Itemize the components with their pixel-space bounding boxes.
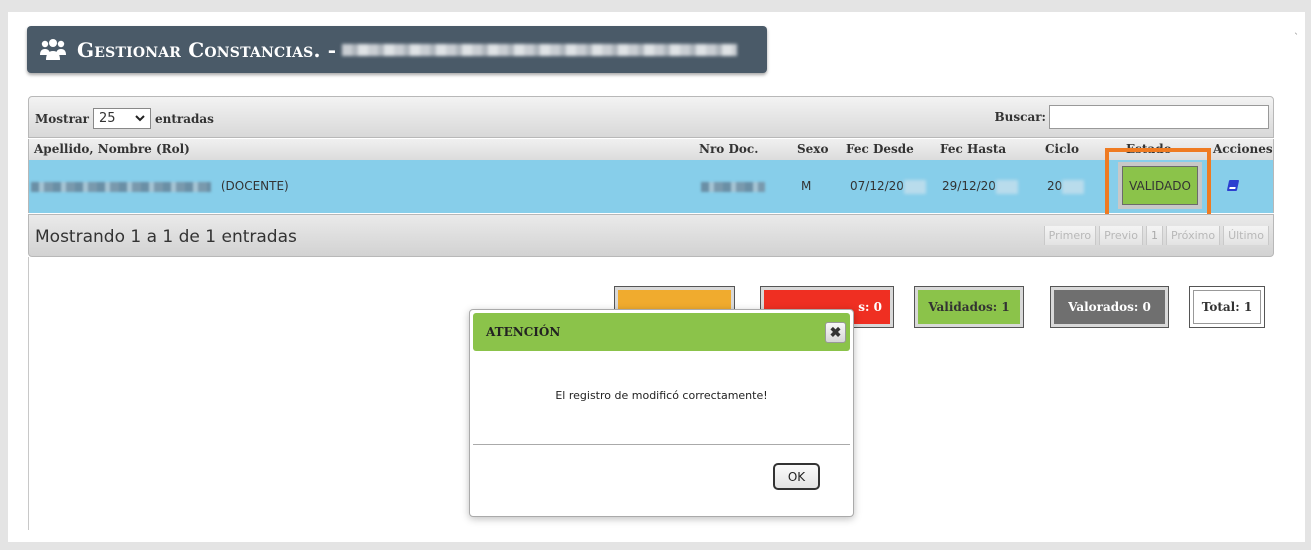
column-header-fec-hasta[interactable]: Fec Hasta (940, 142, 1006, 156)
column-header-estado[interactable]: Estado (1126, 142, 1172, 156)
redacted-year (903, 179, 926, 194)
column-header-acciones: Acciones (1213, 142, 1273, 156)
redacted-name (342, 43, 738, 56)
dialog-message: El registro de modificó correctamente! (555, 389, 768, 402)
dialog-title: ATENCIÓN (486, 325, 561, 339)
column-header-fec-desde[interactable]: Fec Desde (846, 142, 914, 156)
table-row[interactable]: (DOCENTE) M 07/12/20 29/12/20 20 VALIDAD… (28, 160, 1274, 213)
pager-first[interactable]: Primero (1043, 226, 1097, 245)
pager-next[interactable]: Próximo (1165, 226, 1221, 245)
book-icon[interactable] (1226, 180, 1240, 191)
dialog-divider (473, 444, 850, 445)
cell-sexo: M (801, 179, 812, 193)
cell-rol: (DOCENTE) (220, 179, 289, 193)
counter-total[interactable]: Total: 1 (1189, 286, 1265, 328)
fec-hasta-value: 29/12/20 (942, 179, 996, 193)
dialog-title-bar: ATENCIÓN ✖ (473, 313, 850, 351)
table-toolbar: Mostrar 25 entradas Buscar: (28, 96, 1274, 138)
search-input[interactable] (1049, 105, 1269, 129)
pager-previous[interactable]: Previo (1099, 226, 1143, 245)
ok-button[interactable]: OK (773, 463, 820, 490)
table-info: Mostrando 1 a 1 de 1 entradas (35, 227, 297, 247)
column-header-name[interactable]: Apellido, Nombre (Rol) (34, 142, 190, 156)
table-footer: Mostrando 1 a 1 de 1 entradas Primero Pr… (28, 214, 1274, 257)
page-length-control: Mostrar 25 entradas (35, 108, 214, 129)
counter-valorados[interactable]: Valorados: 0 (1050, 286, 1169, 328)
users-icon (40, 38, 66, 60)
column-header-sexo[interactable]: Sexo (797, 142, 828, 156)
search-label: Buscar: (994, 110, 1046, 124)
counter-total-label: Total: 1 (1193, 290, 1261, 324)
pager-page-1[interactable]: 1 (1145, 226, 1163, 245)
cell-doc (701, 179, 765, 193)
pagination: Primero Previo 1 Próximo Último (1043, 226, 1269, 245)
cell-fec-desde: 07/12/20 (850, 179, 926, 194)
estado-validado-button[interactable]: VALIDADO (1122, 166, 1198, 205)
counter-validados-label: Validados: 1 (918, 290, 1020, 324)
column-header-doc[interactable]: Nro Doc. (699, 142, 758, 156)
redacted-doc (701, 181, 765, 192)
counter-valorados-label: Valorados: 0 (1054, 290, 1165, 324)
pager-last[interactable]: Último (1223, 226, 1269, 245)
page-title-bar: Gestionar Constancias. - (27, 26, 767, 73)
close-button[interactable]: ✖ (825, 322, 846, 343)
page-length-select[interactable]: 25 (93, 108, 152, 129)
redacted-year (1062, 179, 1085, 194)
content-border (28, 257, 29, 530)
corner-mark: ˎ (1294, 24, 1299, 35)
redacted-year (995, 179, 1018, 194)
show-label: Mostrar (35, 111, 90, 126)
page-length-value: 25 (99, 111, 116, 126)
cell-name: (DOCENTE) (31, 179, 289, 193)
entries-label: entradas (155, 111, 214, 126)
column-header-ciclo[interactable]: Ciclo (1045, 142, 1079, 156)
cell-fec-hasta: 29/12/20 (942, 179, 1018, 194)
page-title: Gestionar Constancias. - (77, 37, 337, 62)
chevron-down-icon (135, 115, 145, 122)
search-control: Buscar: (995, 105, 1269, 129)
cell-ciclo: 20 (1047, 179, 1085, 194)
alert-dialog: ATENCIÓN ✖ El registro de modificó corre… (469, 309, 854, 517)
redacted-fullname (31, 181, 211, 192)
close-icon: ✖ (829, 324, 842, 341)
ciclo-value: 20 (1047, 179, 1063, 193)
table-header: Apellido, Nombre (Rol) Nro Doc. Sexo Fec… (28, 139, 1274, 160)
fec-desde-value: 07/12/20 (850, 179, 904, 193)
counter-validados[interactable]: Validados: 1 (914, 286, 1024, 328)
cell-estado: VALIDADO (1118, 162, 1202, 209)
